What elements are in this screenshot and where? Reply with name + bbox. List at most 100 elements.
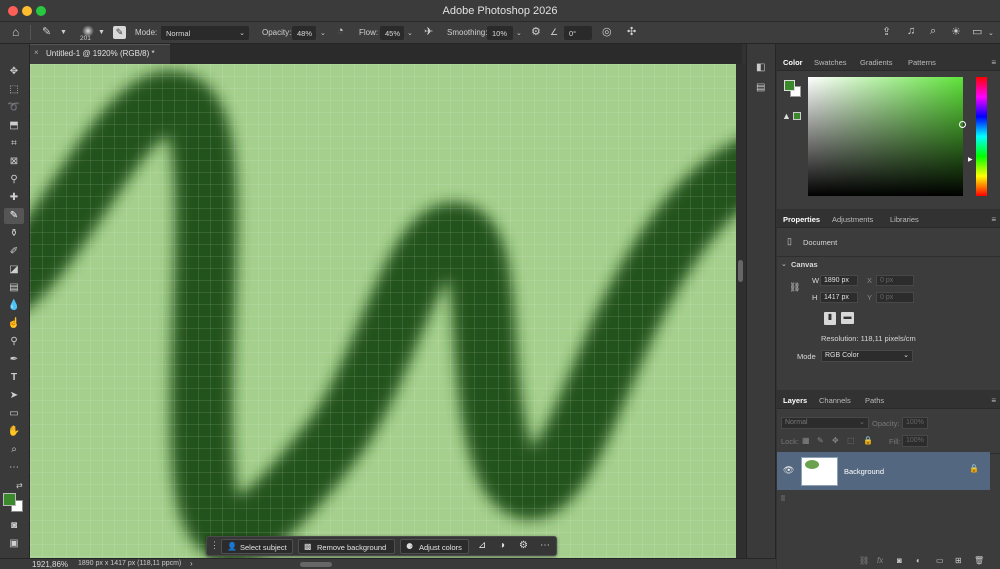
marquee-tool-icon[interactable]: ⬚ <box>4 82 24 98</box>
rectangle-tool-icon[interactable]: ▭ <box>4 406 24 422</box>
add-mask-icon[interactable]: ◙ <box>897 556 902 565</box>
layer-row-background[interactable]: 👁 Background 🔒 <box>777 452 990 490</box>
chevron-down-icon[interactable]: ⌄ <box>988 29 994 37</box>
mode-select[interactable]: Normal ⌄ <box>161 26 249 40</box>
tab-color[interactable]: Color <box>783 58 803 67</box>
new-layer-icon[interactable]: ⊞ <box>955 556 962 565</box>
workspace-icon[interactable]: ▭ <box>972 25 982 38</box>
smudge-tool-icon[interactable]: ☝ <box>4 316 24 332</box>
eraser-tool-icon[interactable]: ◪ <box>4 262 24 278</box>
adjustment-circle-icon[interactable]: ◑ <box>499 540 505 551</box>
out-of-gamut-warning-icon[interactable]: ▲ <box>782 111 791 121</box>
select-subject-button[interactable]: 👤 Select subject <box>221 539 293 554</box>
panel-menu-icon[interactable]: ≡ <box>991 58 996 67</box>
hue-slider-arrow-icon[interactable]: ▶ <box>968 156 973 163</box>
horizontal-scrollbar-thumb[interactable] <box>300 562 332 567</box>
object-selection-tool-icon[interactable]: ⬒ <box>4 118 24 134</box>
swap-colors-icon[interactable]: ⇄ <box>16 481 23 490</box>
brush-tool-icon[interactable]: ✎ <box>4 208 24 224</box>
home-icon[interactable]: ⌂ <box>12 25 19 39</box>
link-layers-icon[interactable]: ⛓ <box>859 556 869 565</box>
layer-lock-icon[interactable]: 🔒 <box>969 464 979 473</box>
canvas[interactable] <box>30 64 736 558</box>
blend-mode-select[interactable]: Normal ⌄ <box>781 417 869 429</box>
zoom-level[interactable]: 1921,86% <box>32 560 68 569</box>
chevron-right-icon[interactable]: › <box>190 559 193 568</box>
hand-tool-icon[interactable]: ✋ <box>4 424 24 440</box>
move-tool-icon[interactable]: ✥ <box>4 64 24 80</box>
fill-input[interactable]: 100% <box>902 435 928 447</box>
pressure-size-icon[interactable]: ◎ <box>602 25 612 38</box>
tab-gradients[interactable]: Gradients <box>860 58 893 67</box>
gear-icon[interactable]: ⚙ <box>531 25 541 38</box>
panel-menu-icon[interactable]: ≡ <box>991 396 996 405</box>
more-options-icon[interactable]: ⋯ <box>540 540 550 551</box>
landscape-orientation-icon[interactable]: ▬ <box>841 312 854 324</box>
search-icon[interactable]: ⌕ <box>930 25 936 38</box>
tab-patterns[interactable]: Patterns <box>908 58 936 67</box>
adjust-colors-button[interactable]: ⚈ Adjust colors <box>400 539 469 554</box>
tab-channels[interactable]: Channels <box>819 396 851 405</box>
scrollbar-thumb[interactable] <box>738 260 743 282</box>
lock-image-icon[interactable]: ✎ <box>817 436 824 445</box>
lock-all-icon[interactable]: 🔒 <box>863 436 873 445</box>
brush-tool-icon[interactable]: ✎ <box>42 25 51 38</box>
tab-paths[interactable]: Paths <box>865 396 884 405</box>
layer-effects-icon[interactable]: fx <box>877 556 883 565</box>
tab-adjustments[interactable]: Adjustments <box>832 215 873 224</box>
flow-input[interactable]: 45% <box>380 26 404 40</box>
tab-libraries[interactable]: Libraries <box>890 215 919 224</box>
link-icon[interactable]: ⛓ <box>789 282 800 293</box>
portrait-orientation-icon[interactable]: ▮ <box>824 312 836 325</box>
canvas-vertical-scrollbar[interactable] <box>736 64 746 558</box>
share-icon[interactable]: ⇪ <box>882 25 891 38</box>
color-foreground-swatch[interactable] <box>784 80 795 91</box>
screen-mode-icon[interactable]: ▣ <box>4 536 24 552</box>
color-saturation-field[interactable] <box>808 77 966 196</box>
width-field[interactable]: 1890 px <box>820 275 858 286</box>
blur-tool-icon[interactable]: 💧 <box>4 298 24 314</box>
smoothing-input[interactable]: 10% <box>487 26 513 40</box>
lock-position-icon[interactable]: ✥ <box>832 436 839 445</box>
history-brush-tool-icon[interactable]: ✐ <box>4 244 24 260</box>
airbrush-icon[interactable]: ✈ <box>424 25 433 38</box>
type-tool-icon[interactable]: T <box>4 370 24 386</box>
drag-handle-icon[interactable]: ⋮ <box>210 540 219 551</box>
chevron-down-icon[interactable]: ▼ <box>98 29 105 36</box>
chevron-down-icon[interactable]: ⌄ <box>781 260 787 268</box>
crop-transform-icon[interactable]: ⊿ <box>478 540 486 551</box>
foreground-color-swatch[interactable] <box>3 493 16 506</box>
comments-panel-icon[interactable]: ▤ <box>756 82 765 93</box>
tab-properties[interactable]: Properties <box>783 215 820 224</box>
layer-opacity-input[interactable]: 100% <box>902 417 928 429</box>
document-tab[interactable]: × Untitled-1 @ 1920% (RGB/8) * <box>30 44 170 64</box>
x-field[interactable]: 0 px <box>876 275 914 286</box>
frame-tool-icon[interactable]: ⊠ <box>4 154 24 170</box>
new-group-icon[interactable]: ▭ <box>936 556 944 565</box>
lock-artboard-icon[interactable]: ⬚ <box>847 436 855 445</box>
brush-settings-icon[interactable]: ✎ <box>113 26 126 39</box>
color-mode-select[interactable]: RGB Color ⌄ <box>821 350 913 362</box>
angle-input[interactable]: 0° <box>564 26 592 40</box>
more-tools-icon[interactable]: ⋯ <box>4 460 24 476</box>
quick-mask-icon[interactable]: ◙ <box>4 518 24 534</box>
hue-slider[interactable] <box>976 77 987 196</box>
chevron-down-icon[interactable]: ⌄ <box>320 29 326 37</box>
zoom-tool-icon[interactable]: ⌕ <box>4 442 24 458</box>
chevron-down-icon[interactable]: ⌄ <box>516 29 522 37</box>
crop-tool-icon[interactable]: ⌗ <box>4 136 24 152</box>
discover-lightbulb-icon[interactable]: ☀ <box>951 25 961 38</box>
gradient-tool-icon[interactable]: ▤ <box>4 280 24 296</box>
healing-brush-tool-icon[interactable]: ✚ <box>4 190 24 206</box>
chevron-down-icon[interactable]: ▼ <box>60 29 67 36</box>
notification-bell-icon[interactable]: ♫ <box>907 25 915 37</box>
height-field[interactable]: 1417 px <box>820 292 858 303</box>
path-selection-tool-icon[interactable]: ➤ <box>4 388 24 404</box>
history-panel-icon[interactable]: ◧ <box>756 62 765 73</box>
close-tab-icon[interactable]: × <box>34 48 39 57</box>
adjustment-layer-icon[interactable]: ◐ <box>916 556 921 565</box>
opacity-input[interactable]: 48% <box>292 26 316 40</box>
pressure-opacity-icon[interactable]: ◔ <box>337 25 344 37</box>
clone-stamp-tool-icon[interactable]: ⚱ <box>4 226 24 242</box>
delete-layer-icon[interactable]: 🗑 <box>974 556 984 565</box>
